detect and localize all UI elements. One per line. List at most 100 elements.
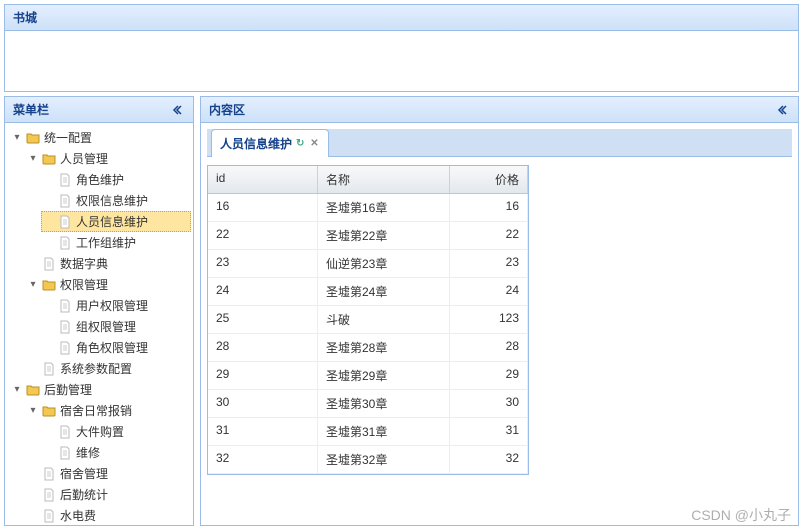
document-icon <box>57 235 73 251</box>
col-header-name[interactable]: 名称 <box>318 166 450 193</box>
tree-node[interactable]: 用户权限管理 <box>41 295 191 316</box>
tree-spacer <box>43 426 55 438</box>
cell-id: 24 <box>208 278 318 305</box>
tree-node-label: 大件购置 <box>76 423 124 440</box>
tree-node[interactable]: 宿舍管理 <box>25 463 191 484</box>
sidebar-header: 菜单栏 <box>5 97 193 123</box>
tab-label: 人员信息维护 <box>220 135 292 152</box>
tree-node[interactable]: 组权限管理 <box>41 316 191 337</box>
top-panel-body <box>5 31 798 91</box>
cell-id: 28 <box>208 334 318 361</box>
table-row[interactable]: 31圣墟第31章31 <box>208 418 528 446</box>
tree-node-label: 统一配置 <box>44 129 92 146</box>
collapse-toggle-icon[interactable]: ▾ <box>11 132 23 144</box>
cell-name: 仙逆第23章 <box>318 250 450 277</box>
tree-node[interactable]: 系统参数配置 <box>25 358 191 379</box>
cell-name: 圣墟第30章 <box>318 390 450 417</box>
tree-node[interactable]: 水电费 <box>25 505 191 523</box>
table-row[interactable]: 28圣墟第28章28 <box>208 334 528 362</box>
tree-node-label: 角色维护 <box>76 171 124 188</box>
tree-node[interactable]: 后勤统计 <box>25 484 191 505</box>
collapse-toggle-icon[interactable]: ▾ <box>27 279 39 291</box>
collapse-toggle-icon[interactable]: ▾ <box>27 153 39 165</box>
tree-node-label: 后勤统计 <box>60 486 108 503</box>
tree-spacer <box>27 258 39 270</box>
col-header-id[interactable]: id <box>208 166 318 193</box>
tree-node-label: 维修 <box>76 444 100 461</box>
tree-node-label: 工作组维护 <box>76 234 136 251</box>
tree-spacer <box>27 468 39 480</box>
tree-node[interactable]: 数据字典 <box>25 253 191 274</box>
col-header-price[interactable]: 价格 <box>450 166 528 193</box>
content-panel: 内容区 人员信息维护 ↻ ✕ id 名称 价格 16圣墟第16章1622圣墟第2… <box>200 96 799 526</box>
table-row[interactable]: 23仙逆第23章23 <box>208 250 528 278</box>
collapse-toggle-icon[interactable]: ▾ <box>11 384 23 396</box>
nav-tree[interactable]: ▾ 统一配置 ▾ 人员管理角色维护权限信息维护人员信息维护工作组维护数据字典 ▾ 权限管理… <box>5 123 193 523</box>
sidebar-panel: 菜单栏 ▾统一配置▾人员管理角色维护权限信息维护人员信息维护工作组维护数据字典▾… <box>4 96 194 526</box>
close-icon[interactable]: ✕ <box>308 138 320 150</box>
grid-body: 16圣墟第16章1622圣墟第22章2223仙逆第23章2324圣墟第24章24… <box>208 194 528 474</box>
cell-name: 斗破 <box>318 306 450 333</box>
tree-spacer <box>27 510 39 522</box>
cell-name: 圣墟第28章 <box>318 334 450 361</box>
table-row[interactable]: 24圣墟第24章24 <box>208 278 528 306</box>
table-row[interactable]: 29圣墟第29章29 <box>208 362 528 390</box>
table-row[interactable]: 32圣墟第32章32 <box>208 446 528 474</box>
tree-node[interactable]: ▾宿舍日常报销 <box>25 400 191 421</box>
cell-id: 31 <box>208 418 318 445</box>
cell-name: 圣墟第32章 <box>318 446 450 473</box>
tree-spacer <box>43 447 55 459</box>
table-row[interactable]: 16圣墟第16章16 <box>208 194 528 222</box>
tree-spacer <box>43 195 55 207</box>
tree-node[interactable]: 维修 <box>41 442 191 463</box>
tree-node[interactable]: 人员信息维护 <box>41 211 191 232</box>
tree-node[interactable]: 工作组维护 <box>41 232 191 253</box>
content-title: 内容区 <box>209 101 245 118</box>
cell-price: 22 <box>450 222 528 249</box>
document-icon <box>41 508 57 524</box>
tree-node[interactable]: ▾ 后勤管理 <box>9 379 191 400</box>
watermark: CSDN @小丸子 <box>691 505 791 525</box>
tree-node[interactable]: ▾ 人员管理 <box>25 148 191 169</box>
cell-name: 圣墟第22章 <box>318 222 450 249</box>
tab-active[interactable]: 人员信息维护 ↻ ✕ <box>211 129 329 157</box>
cell-price: 16 <box>450 194 528 221</box>
top-panel-header: 书城 <box>5 5 798 31</box>
table-row[interactable]: 25斗破123 <box>208 306 528 334</box>
cell-price: 28 <box>450 334 528 361</box>
tree-node-label: 后勤管理 <box>44 381 92 398</box>
collapse-left-icon[interactable] <box>774 102 790 118</box>
grid-header: id 名称 价格 <box>208 166 528 194</box>
cell-name: 圣墟第31章 <box>318 418 450 445</box>
sidebar-title: 菜单栏 <box>13 101 49 118</box>
table-row[interactable]: 22圣墟第22章22 <box>208 222 528 250</box>
tree-node-label: 用户权限管理 <box>76 297 148 314</box>
tree-node[interactable]: 大件购置 <box>41 421 191 442</box>
collapse-left-icon[interactable] <box>169 102 185 118</box>
folder-open-icon <box>25 130 41 146</box>
cell-id: 29 <box>208 362 318 389</box>
document-icon <box>57 214 73 230</box>
cell-id: 22 <box>208 222 318 249</box>
tree-node[interactable]: 角色权限管理 <box>41 337 191 358</box>
tree-node-label: 人员信息维护 <box>76 213 148 230</box>
folder-open-icon <box>41 277 57 293</box>
tree-node[interactable]: ▾ 权限管理 <box>25 274 191 295</box>
tree-node[interactable]: 权限信息维护 <box>41 190 191 211</box>
document-icon <box>57 298 73 314</box>
cell-price: 23 <box>450 250 528 277</box>
tree-spacer <box>43 300 55 312</box>
tree-spacer <box>27 363 39 375</box>
folder-open-icon <box>41 403 57 419</box>
tree-node[interactable]: ▾ 统一配置 <box>9 127 191 148</box>
refresh-icon[interactable]: ↻ <box>296 138 304 149</box>
table-row[interactable]: 30圣墟第30章30 <box>208 390 528 418</box>
tree-node[interactable]: 角色维护 <box>41 169 191 190</box>
collapse-toggle-icon[interactable]: ▾ <box>27 405 39 417</box>
tree-node-label: 人员管理 <box>60 150 108 167</box>
document-icon <box>57 424 73 440</box>
tree-node-label: 权限管理 <box>60 276 108 293</box>
tree-spacer <box>27 489 39 501</box>
tree-spacer <box>43 237 55 249</box>
cell-price: 31 <box>450 418 528 445</box>
